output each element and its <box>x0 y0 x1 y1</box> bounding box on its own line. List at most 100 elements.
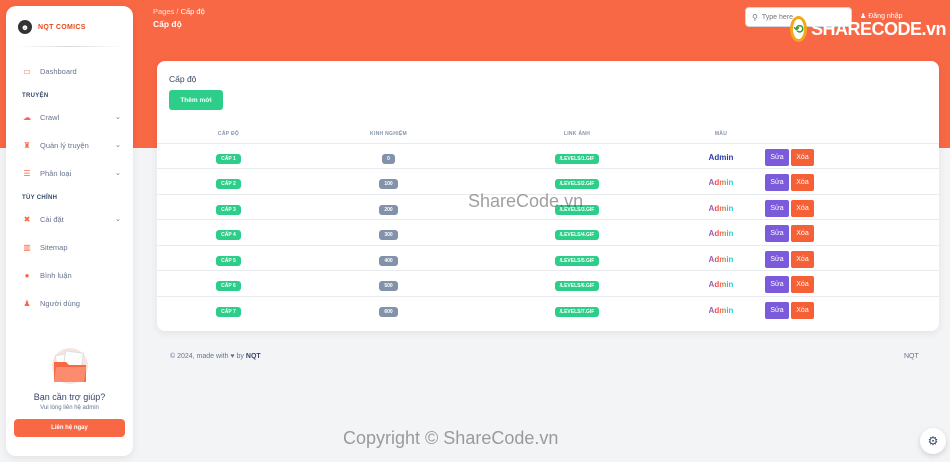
edit-button[interactable]: Sửa <box>765 250 789 268</box>
cell-image-link: /levels/6.gif <box>477 270 677 297</box>
brand[interactable]: ☻ NQT COMICS <box>6 6 133 46</box>
level-badge: Cấp 3 <box>216 204 241 215</box>
edit-button[interactable]: Sửa <box>765 199 789 217</box>
help-subtitle: Vui lòng liên hệ admin <box>40 405 99 411</box>
level-badge: Cấp 4 <box>216 230 241 241</box>
brand-logo-icon: ☻ <box>18 20 32 34</box>
sidebar-item-nguoi-dung[interactable]: ♟ Người dùng <box>6 289 133 317</box>
sidebar-item-label: Bình luận <box>40 270 72 280</box>
sample-name: Admin <box>708 254 734 264</box>
trophy-icon: ♜ <box>23 140 31 150</box>
cell-image-link: /levels/1.gif <box>477 143 677 169</box>
sidebar-item-quan-ly-truyen[interactable]: ♜ Quản lý truyện ⌄ <box>6 131 133 159</box>
footer-by: by <box>236 353 244 360</box>
image-link-badge: /levels/2.gif <box>554 179 600 190</box>
sidebar-section-tuy-chinh: TÙY CHỈNH <box>22 195 58 201</box>
breadcrumb: Pages / Cấp độ <box>153 7 205 16</box>
cell-level: Cấp 6 <box>157 270 300 297</box>
footer-right-link[interactable]: NQT <box>904 353 919 360</box>
image-link-badge: /levels/7.gif <box>554 307 600 317</box>
cell-level: Cấp 7 <box>157 296 300 322</box>
sidebar: ☻ NQT COMICS ▭ Dashboard TRUYỆN ☁ Crawl … <box>6 6 133 456</box>
sidebar-item-label: Cài đặt <box>40 214 64 224</box>
delete-button[interactable]: Xóa <box>791 225 814 243</box>
cell-level: Cấp 5 <box>157 245 300 271</box>
settings-gear-button[interactable]: ⚙ <box>920 428 946 454</box>
cell-image-link: /levels/4.gif <box>477 219 677 246</box>
contact-button[interactable]: Liên hệ ngay <box>14 419 125 437</box>
delete-button[interactable]: Xóa <box>791 199 814 217</box>
cell-image-link: /levels/5.gif <box>477 245 677 271</box>
delete-button[interactable]: Xóa <box>791 148 814 166</box>
cloud-icon: ☁ <box>23 112 31 122</box>
sidebar-item-dashboard[interactable]: ▭ Dashboard <box>6 57 133 85</box>
chevron-down-icon: ⌄ <box>115 170 121 177</box>
column-header-actions <box>765 126 939 144</box>
cell-level: Cấp 1 <box>157 143 300 169</box>
sidebar-section-truyen: TRUYỆN <box>22 93 49 99</box>
edit-button[interactable]: Sửa <box>765 276 789 294</box>
gear-icon: ⚙ <box>927 434 939 448</box>
add-new-button[interactable]: Thêm mới <box>169 90 223 110</box>
cell-sample: Admin <box>677 219 765 246</box>
delete-button[interactable]: Xóa <box>791 174 814 192</box>
edit-button[interactable]: Sửa <box>765 225 789 243</box>
cell-actions: Sửa Xóa <box>765 143 939 169</box>
sidebar-item-label: Crawl <box>40 112 60 122</box>
chevron-down-icon: ⌄ <box>115 114 121 121</box>
sidebar-item-sitemap[interactable]: ▥ Sitemap <box>6 233 133 261</box>
breadcrumb-root[interactable]: Pages <box>153 7 174 16</box>
cell-sample: Admin <box>677 194 765 220</box>
delete-button[interactable]: Xóa <box>791 250 814 268</box>
cell-actions: Sửa Xóa <box>765 296 939 322</box>
heart-icon: ♥ <box>230 353 235 360</box>
footer-prefix: © 2024, made with <box>170 353 229 360</box>
column-header-sample[interactable]: Mẫu <box>677 126 765 144</box>
monitor-icon: ▭ <box>23 66 31 76</box>
comment-icon: ● <box>24 270 30 280</box>
cell-level: Cấp 3 <box>157 194 300 220</box>
page-title: Cấp độ <box>153 19 182 29</box>
sidebar-nav: ▭ Dashboard TRUYỆN ☁ Crawl ⌄ ♜ Quản lý t… <box>6 57 133 317</box>
cell-exp: 200 <box>300 194 477 220</box>
image-link-badge: /levels/1.gif <box>554 153 600 164</box>
table-row: Cấp 1 0/levels/1.gif Admin Sửa Xóa <box>157 143 939 169</box>
table-row: Cấp 5 400/levels/5.gif Admin Sửa Xóa <box>157 245 939 271</box>
watermark-bottom: Copyright © ShareCode.vn <box>343 428 559 448</box>
table-row: Cấp 4 300/levels/4.gif Admin Sửa Xóa <box>157 219 939 246</box>
edit-button[interactable]: Sửa <box>765 148 789 166</box>
exp-badge: 0 <box>382 153 395 164</box>
chevron-down-icon: ⌄ <box>115 142 121 149</box>
sidebar-item-binh-luan[interactable]: ● Bình luận <box>6 261 133 289</box>
column-header-image-link[interactable]: Link ảnh <box>477 126 677 144</box>
cell-actions: Sửa Xóa <box>765 219 939 246</box>
level-badge: Cấp 7 <box>216 307 241 317</box>
sidebar-item-crawl[interactable]: ☁ Crawl ⌄ <box>6 103 133 131</box>
column-header-level[interactable]: Cấp độ <box>157 126 300 144</box>
column-header-exp[interactable]: Kinh nghiệm <box>300 126 477 144</box>
sample-name: Admin <box>708 280 734 290</box>
sidebar-item-label: Sitemap <box>40 242 68 252</box>
footer-author-link[interactable]: NQT <box>246 353 261 360</box>
breadcrumb-current: Cấp độ <box>180 7 205 16</box>
edit-button[interactable]: Sửa <box>765 302 789 319</box>
sample-name: Admin <box>708 306 734 315</box>
cell-actions: Sửa Xóa <box>765 194 939 220</box>
delete-button[interactable]: Xóa <box>791 276 814 294</box>
edit-button[interactable]: Sửa <box>765 174 789 192</box>
cell-sample: Admin <box>677 296 765 322</box>
image-link-badge: /levels/5.gif <box>554 255 600 266</box>
level-badge: Cấp 1 <box>216 153 241 164</box>
sample-name: Admin <box>708 178 734 188</box>
image-link-badge: /levels/6.gif <box>554 281 600 292</box>
cell-level: Cấp 2 <box>157 168 300 195</box>
levels-table: Cấp độ Kinh nghiệm Link ảnh Mẫu Cấp 1 0/l… <box>157 126 939 322</box>
exp-badge: 400 <box>379 255 398 266</box>
sidebar-item-phan-loai[interactable]: ☰ Phân loại ⌄ <box>6 159 133 187</box>
sidebar-item-cai-dat[interactable]: ✖ Cài đặt ⌄ <box>6 205 133 233</box>
delete-button[interactable]: Xóa <box>791 302 814 319</box>
list-icon: ☰ <box>23 168 31 178</box>
sidebar-divider <box>16 46 123 47</box>
sharecode-logo: ⟲ SHARECODE.vn <box>790 12 947 46</box>
cell-sample: Admin <box>677 245 765 271</box>
